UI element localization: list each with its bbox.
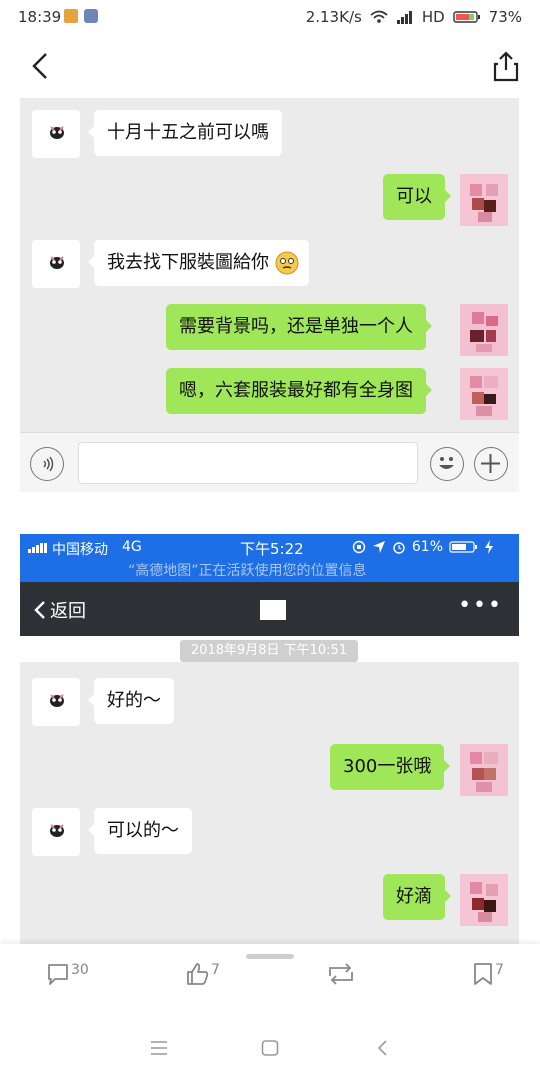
message-bubble: 可以 bbox=[383, 174, 451, 220]
avatar bbox=[32, 678, 80, 726]
smiley-icon bbox=[439, 457, 454, 469]
emoji-button[interactable] bbox=[430, 447, 464, 481]
message-bubble: 300一张哦 bbox=[330, 744, 451, 790]
status-right: 2.13K/s HD 73% bbox=[306, 8, 522, 26]
message-bubble: 需要背景吗，还是单独一个人 bbox=[166, 304, 432, 350]
ios-status-bar: 中国移动 4G 下午5:22 61% “高德地图”正在活跃使用您的位置信息 bbox=[20, 534, 519, 582]
chat-timestamp: 2018年9月8日 下午10:51 bbox=[180, 640, 358, 662]
repost-button[interactable] bbox=[326, 962, 356, 986]
status-bar: 18:39 2.13K/s HD 73% bbox=[0, 0, 540, 34]
share-icon[interactable] bbox=[492, 50, 520, 82]
message-input[interactable] bbox=[78, 442, 418, 484]
like-count: 7 bbox=[211, 962, 220, 978]
avatar-pixelated bbox=[460, 174, 508, 226]
message-bubble: 十月十五之前可以嗎 bbox=[88, 110, 282, 156]
network-speed: 2.13K/s bbox=[305, 8, 362, 26]
menu-icon[interactable] bbox=[150, 1040, 168, 1056]
alarm-icon bbox=[393, 542, 405, 554]
voice-icon bbox=[43, 456, 54, 472]
charging-icon bbox=[485, 540, 493, 554]
avatar-pixelated bbox=[460, 304, 508, 356]
plus-button[interactable] bbox=[474, 447, 508, 481]
ios-carrier: 中国移动 bbox=[52, 542, 108, 558]
rotation-lock-icon bbox=[352, 540, 366, 554]
emoji-icon bbox=[275, 251, 299, 275]
redaction-bar bbox=[178, 622, 362, 636]
chat-input-bar bbox=[20, 432, 519, 492]
location-banner[interactable]: “高德地图”正在活跃使用您的位置信息 bbox=[128, 560, 367, 580]
ios-network: 4G bbox=[122, 539, 142, 555]
location-arrow-icon bbox=[372, 541, 385, 553]
ios-status-right: 61% bbox=[352, 539, 493, 555]
voice-button[interactable] bbox=[30, 447, 64, 481]
ios-battery-icon bbox=[449, 541, 477, 553]
comment-count: 30 bbox=[71, 962, 89, 978]
redacted-title bbox=[260, 600, 286, 620]
avatar bbox=[32, 808, 80, 856]
home-icon[interactable] bbox=[261, 1040, 279, 1056]
comment-icon bbox=[48, 964, 68, 985]
message-text: 我去找下服裝圖給你 bbox=[107, 252, 269, 273]
signal-icon bbox=[396, 11, 412, 24]
avatar-pixelated bbox=[460, 368, 508, 420]
battery-icon bbox=[452, 11, 480, 23]
message-bubble: 我去找下服裝圖給你 bbox=[88, 240, 309, 286]
bookmark-button[interactable]: 7 bbox=[472, 962, 504, 986]
avatar bbox=[32, 240, 80, 288]
ios-signal-icon bbox=[28, 543, 47, 553]
app-notification-icon bbox=[64, 9, 78, 23]
avatar-pixelated bbox=[460, 744, 508, 796]
message-bubble: 好的～ bbox=[88, 678, 174, 724]
system-nav-bar bbox=[0, 1024, 540, 1080]
app-notification-icon-2 bbox=[84, 9, 98, 23]
repost-icon bbox=[329, 963, 353, 985]
like-button[interactable]: 7 bbox=[186, 962, 220, 986]
drag-handle[interactable] bbox=[246, 954, 294, 959]
ios-back-label: 返回 bbox=[50, 601, 86, 622]
message-bubble: 好滴 bbox=[383, 874, 451, 920]
status-time: 18:39 bbox=[18, 8, 62, 26]
avatar-pixelated bbox=[460, 874, 508, 926]
plus-icon bbox=[481, 454, 500, 473]
message-bubble: 可以的～ bbox=[88, 808, 192, 854]
wifi-icon bbox=[370, 10, 388, 23]
battery-percent: 73% bbox=[488, 8, 522, 26]
thumbs-up-icon bbox=[187, 963, 209, 985]
ios-back-button[interactable]: 返回 bbox=[34, 597, 86, 623]
chevron-left-icon[interactable] bbox=[26, 52, 54, 80]
post-action-bar: 30 7 7 bbox=[0, 944, 540, 1024]
top-nav bbox=[0, 34, 540, 98]
signal-label: HD bbox=[421, 8, 445, 26]
ios-battery-percent: 61% bbox=[411, 539, 443, 555]
avatar bbox=[32, 110, 80, 158]
chat-screenshot-2: 好的～ 300一张哦 可以的～ 好滴 bbox=[20, 662, 519, 944]
ios-time: 下午5:22 bbox=[240, 540, 304, 558]
message-bubble: 嗯，六套服装最好都有全身图 bbox=[166, 368, 432, 414]
chat-screenshot-1: 十月十五之前可以嗎 可以 我去找下服裝圖給你 需要背景吗，还是单独一个人 嗯，六… bbox=[20, 98, 519, 432]
chevron-left-icon bbox=[34, 601, 45, 619]
bookmark-count: 7 bbox=[495, 962, 504, 978]
comment-button[interactable]: 30 bbox=[46, 962, 89, 986]
more-icon[interactable]: ••• bbox=[458, 593, 503, 618]
bookmark-icon bbox=[474, 963, 492, 985]
back-icon[interactable] bbox=[376, 1040, 388, 1056]
